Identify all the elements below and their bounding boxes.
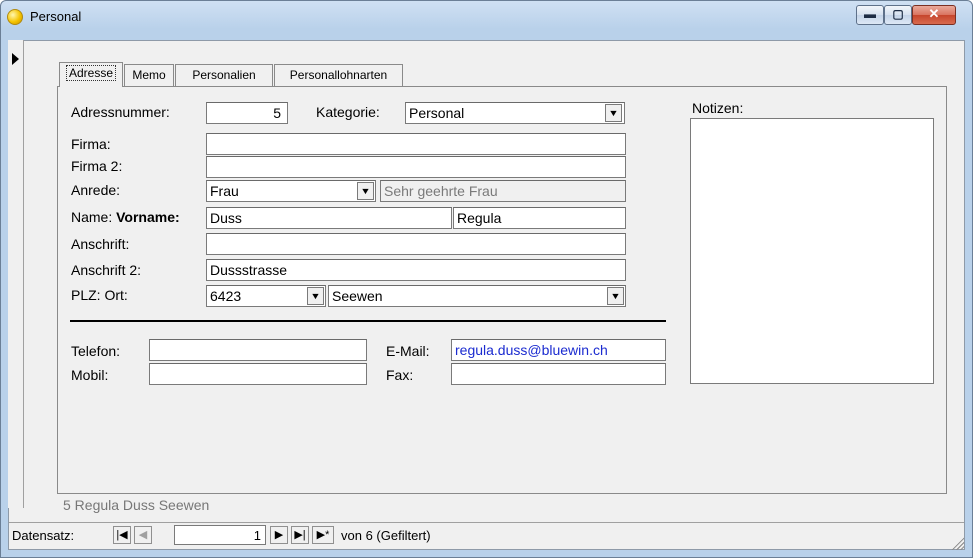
record-navigation-bar [9, 522, 964, 548]
maximize-icon: ▢ [892, 7, 904, 21]
tab-adresse[interactable]: Adresse [59, 62, 123, 87]
minimize-button[interactable]: ▬ [856, 5, 884, 25]
anschrift2-label: Anschrift 2: [71, 262, 142, 278]
kategorie-label: Kategorie: [316, 104, 380, 120]
section-divider [70, 320, 666, 322]
ort-select[interactable]: Seewen [328, 285, 626, 307]
tab-personallohnarten[interactable]: Personallohnarten [274, 64, 403, 86]
notizen-label: Notizen: [692, 100, 744, 116]
new-record-button[interactable]: ▶* [312, 526, 334, 544]
current-record-arrow-icon [12, 53, 19, 65]
plz-dropdown-icon[interactable] [307, 287, 324, 305]
name-label-text: Name: [71, 209, 113, 225]
current-record-field[interactable]: 1 [174, 525, 266, 545]
anrede-select[interactable]: Frau [206, 180, 376, 202]
name-field[interactable]: Duss [206, 207, 452, 229]
tab-memo[interactable]: Memo [124, 64, 174, 86]
firma2-label: Firma 2: [71, 158, 123, 174]
name-label: Name: Vorname: [71, 209, 180, 225]
app-icon [7, 9, 23, 25]
firma2-field[interactable] [206, 156, 626, 178]
resize-grip-icon[interactable] [950, 536, 964, 550]
title-bar[interactable]: Personal ▬ ▢ ✕ [0, 0, 971, 34]
record-count: von 6 (Gefiltert) [341, 528, 431, 543]
firma-field[interactable] [206, 133, 626, 155]
vorname-field[interactable]: Regula [453, 207, 626, 229]
anrede-dropdown-icon[interactable] [357, 182, 374, 200]
anrede-label: Anrede: [71, 182, 121, 198]
last-record-button[interactable]: ▶| [291, 526, 309, 544]
record-summary: 5 Regula Duss Seewen [63, 497, 210, 513]
telefon-field[interactable] [149, 339, 367, 361]
minimize-icon: ▬ [864, 7, 876, 21]
close-button[interactable]: ✕ [912, 5, 956, 25]
tab-personalien[interactable]: Personalien [175, 64, 273, 86]
notizen-textarea[interactable] [690, 118, 934, 384]
kategorie-dropdown-icon[interactable] [605, 104, 622, 122]
mobil-label: Mobil: [71, 367, 109, 383]
anschrift2-field[interactable]: Dussstrasse [206, 259, 626, 281]
datensatz-label: Datensatz: [12, 528, 75, 543]
mobil-field[interactable] [149, 363, 367, 385]
email-field[interactable]: regula.duss@bluewin.ch [451, 339, 666, 361]
previous-record-button[interactable]: ◀ [134, 526, 152, 544]
tab-adresse-label: Adresse [65, 65, 117, 81]
window-title: Personal [30, 9, 82, 24]
record-selector[interactable] [8, 40, 24, 508]
briefanrede-field: Sehr geehrte Frau [380, 180, 626, 202]
maximize-button[interactable]: ▢ [884, 5, 912, 25]
anschrift-label: Anschrift: [71, 236, 130, 252]
fax-field[interactable] [451, 363, 666, 385]
vorname-label: Vorname: [116, 209, 180, 225]
adressnummer-field[interactable]: 5 [206, 102, 288, 124]
anschrift-field[interactable] [206, 233, 626, 255]
ort-dropdown-icon[interactable] [607, 287, 624, 305]
next-record-button[interactable]: ▶ [270, 526, 288, 544]
firma-label: Firma: [71, 136, 111, 152]
adressnummer-label: Adressnummer: [71, 104, 170, 120]
kategorie-select[interactable]: Personal [405, 102, 625, 124]
plz-ort-label: PLZ: Ort: [71, 287, 128, 303]
fax-label: Fax: [386, 367, 414, 383]
close-icon: ✕ [928, 6, 940, 21]
email-label: E-Mail: [386, 343, 430, 359]
first-record-button[interactable]: |◀ [113, 526, 131, 544]
telefon-label: Telefon: [71, 343, 121, 359]
